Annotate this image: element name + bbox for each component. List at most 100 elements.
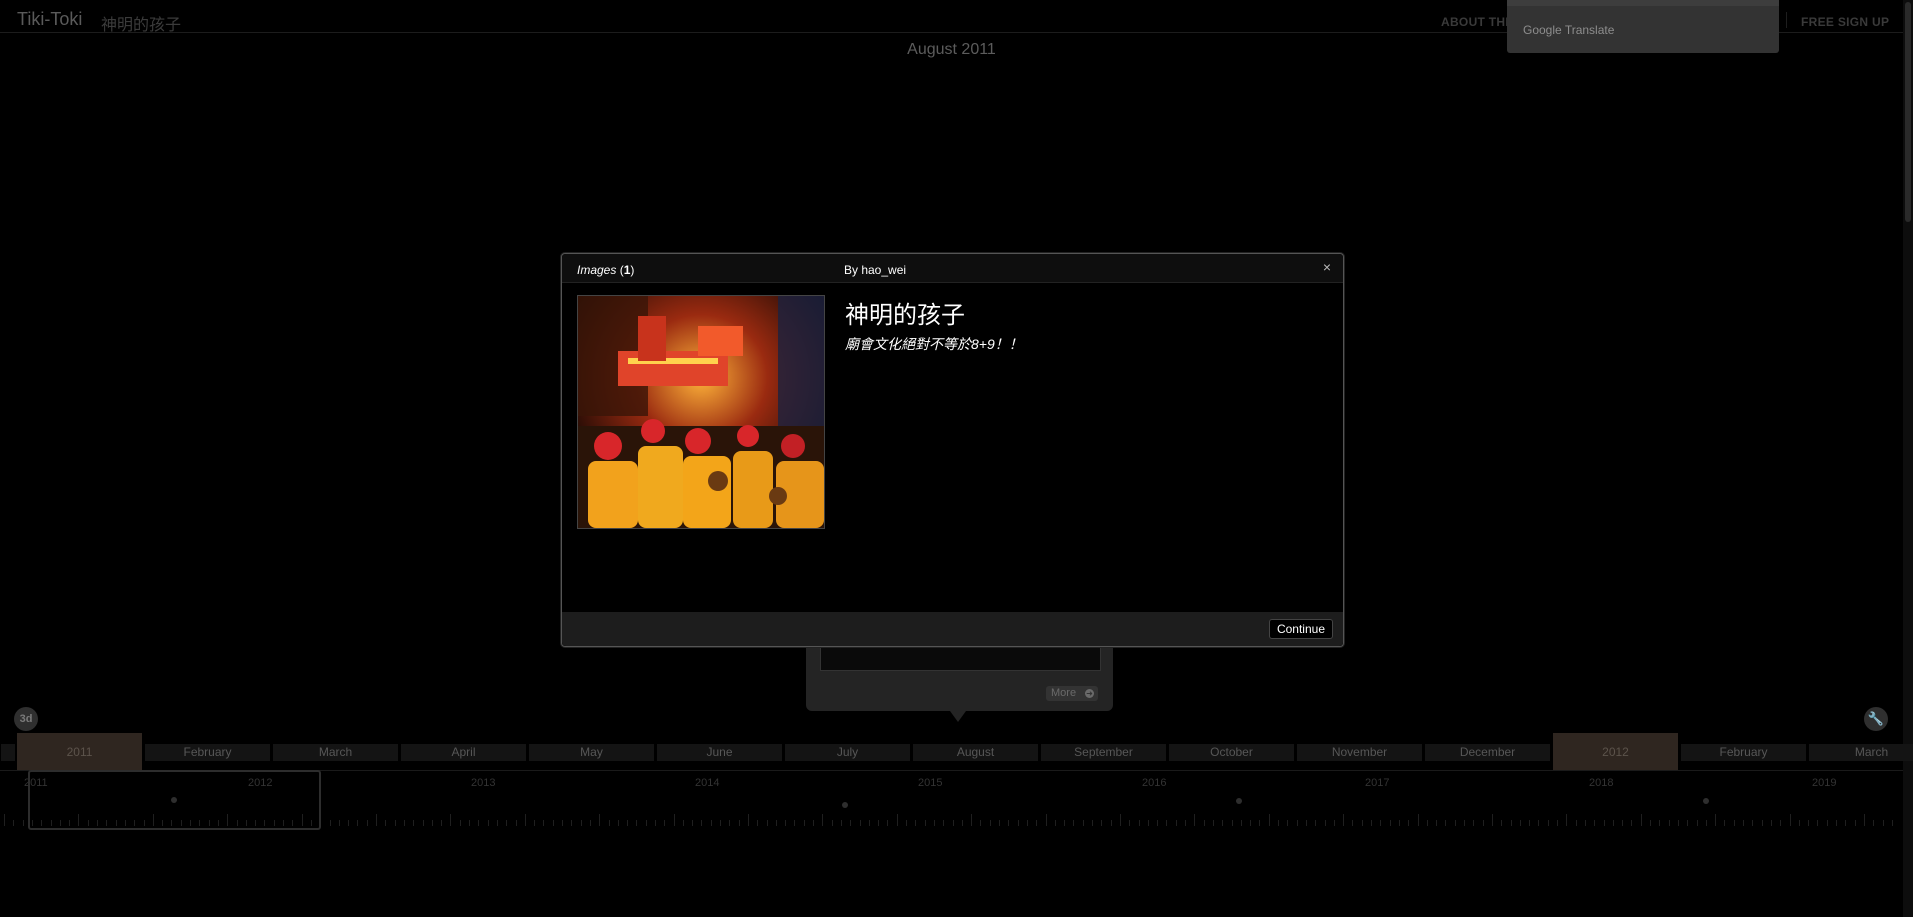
story-text: 廟會文化絕對不等於8+9！！ [845,336,1023,352]
month-label[interactable]: February [1680,744,1806,761]
ruler-tick [1083,820,1084,826]
ruler-tick [1855,820,1856,826]
ruler-tick [1790,814,1791,826]
ruler-tick [1752,820,1753,826]
ruler-tick [1306,820,1307,826]
month-label[interactable]: September [1040,744,1166,761]
ruler-tick [1232,820,1233,826]
free-signup-link[interactable]: FREE SIGN UP [1801,15,1889,29]
view-3d-button[interactable]: 3d [14,707,38,731]
ruler-tick [1418,814,1419,826]
navigator-year-label: 2018 [1589,777,1614,789]
more-button[interactable]: More ➜ [1046,686,1098,701]
ruler-tick [330,820,331,826]
ruler-tick [1585,820,1586,826]
about-link[interactable]: ABOUT THI [1441,15,1509,29]
more-label: More [1051,687,1077,699]
ruler-tick [1762,820,1763,826]
wrench-icon[interactable]: 🔧 [1864,707,1888,731]
ruler-tick [618,820,619,826]
ruler-tick [1241,820,1242,826]
ruler-tick [432,820,433,826]
ruler-tick [720,820,721,826]
story-card-pointer [950,711,966,722]
ruler-tick [906,820,907,826]
ruler-tick [664,820,665,826]
ruler-tick [1613,820,1614,826]
event-dot[interactable] [1236,798,1242,804]
month-label[interactable] [0,744,15,761]
month-label[interactable]: February [144,744,270,761]
google-translate-label: Google Translate [1523,23,1615,37]
story-title: 神明的孩子 [845,302,965,329]
ruler-tick [1185,820,1186,826]
ruler-tick [990,820,991,826]
ruler-tick [1157,820,1158,826]
ruler-tick [739,820,740,826]
ruler-tick [1455,820,1456,826]
ruler-tick [1566,814,1567,826]
ruler-tick [1343,814,1344,826]
event-dot[interactable] [842,802,848,808]
site-logo[interactable]: Tiki-Toki [17,9,82,30]
month-label[interactable]: June [656,744,782,761]
story-card[interactable]: More ➜ [806,640,1113,711]
month-label[interactable]: November [1296,744,1422,761]
ruler-tick [1325,820,1326,826]
ruler-tick [1111,820,1112,826]
ruler-tick [413,820,414,826]
images-tab-label: Images [577,263,617,277]
arrow-right-icon: ➜ [1085,689,1094,698]
ruler-tick [729,820,730,826]
ruler-tick [1213,820,1214,826]
year-marker[interactable]: 2011 [16,733,142,770]
ruler-tick [1678,820,1679,826]
ruler-tick [23,820,24,826]
ruler-tick [1055,820,1056,826]
ruler-tick [1371,820,1372,826]
ruler-tick [1380,820,1381,826]
ruler-tick [1064,820,1065,826]
ruler-tick [395,820,396,826]
month-label[interactable]: August [912,744,1038,761]
ruler-tick [1780,820,1781,826]
ruler-tick [1697,820,1698,826]
month-label[interactable]: December [1424,744,1550,761]
month-label[interactable]: July [784,744,910,761]
ruler-tick [878,820,879,826]
ruler-tick [460,820,461,826]
month-label[interactable]: March [272,744,398,761]
close-icon[interactable]: × [1323,259,1331,275]
month-label[interactable]: October [1168,744,1294,761]
ruler-tick [1120,814,1121,826]
ruler-tick [1250,820,1251,826]
images-tab[interactable]: Images (1) [577,263,634,277]
ruler-tick [1724,820,1725,826]
ruler-tick [1659,820,1660,826]
ruler-tick [599,814,600,826]
scrollbar-thumb[interactable] [1905,2,1911,222]
ruler-tick [1129,820,1130,826]
navigator-year-label: 2013 [471,777,496,789]
ruler-tick [1352,820,1353,826]
month-label[interactable]: March [1808,744,1913,761]
ruler-tick [1427,820,1428,826]
ruler-tick [1362,820,1363,826]
event-dot[interactable] [1703,798,1709,804]
ruler-tick [609,820,610,826]
year-marker[interactable]: 2012 [1552,733,1678,770]
month-label[interactable]: April [400,744,526,761]
continue-button[interactable]: Continue [1268,619,1333,639]
ruler-tick [348,820,349,826]
month-band[interactable]: 2011 February March April May June July August S… [0,733,1913,770]
ruler-tick [785,820,786,826]
navigator-viewport[interactable] [28,770,321,830]
ruler-tick [1445,820,1446,826]
navigator-year-label: 2017 [1365,777,1390,789]
ruler-tick [1483,820,1484,826]
story-image[interactable] [577,295,825,529]
ruler-tick [13,820,14,826]
ruler-tick [357,820,358,826]
month-label[interactable]: May [528,744,654,761]
ruler-tick [980,820,981,826]
